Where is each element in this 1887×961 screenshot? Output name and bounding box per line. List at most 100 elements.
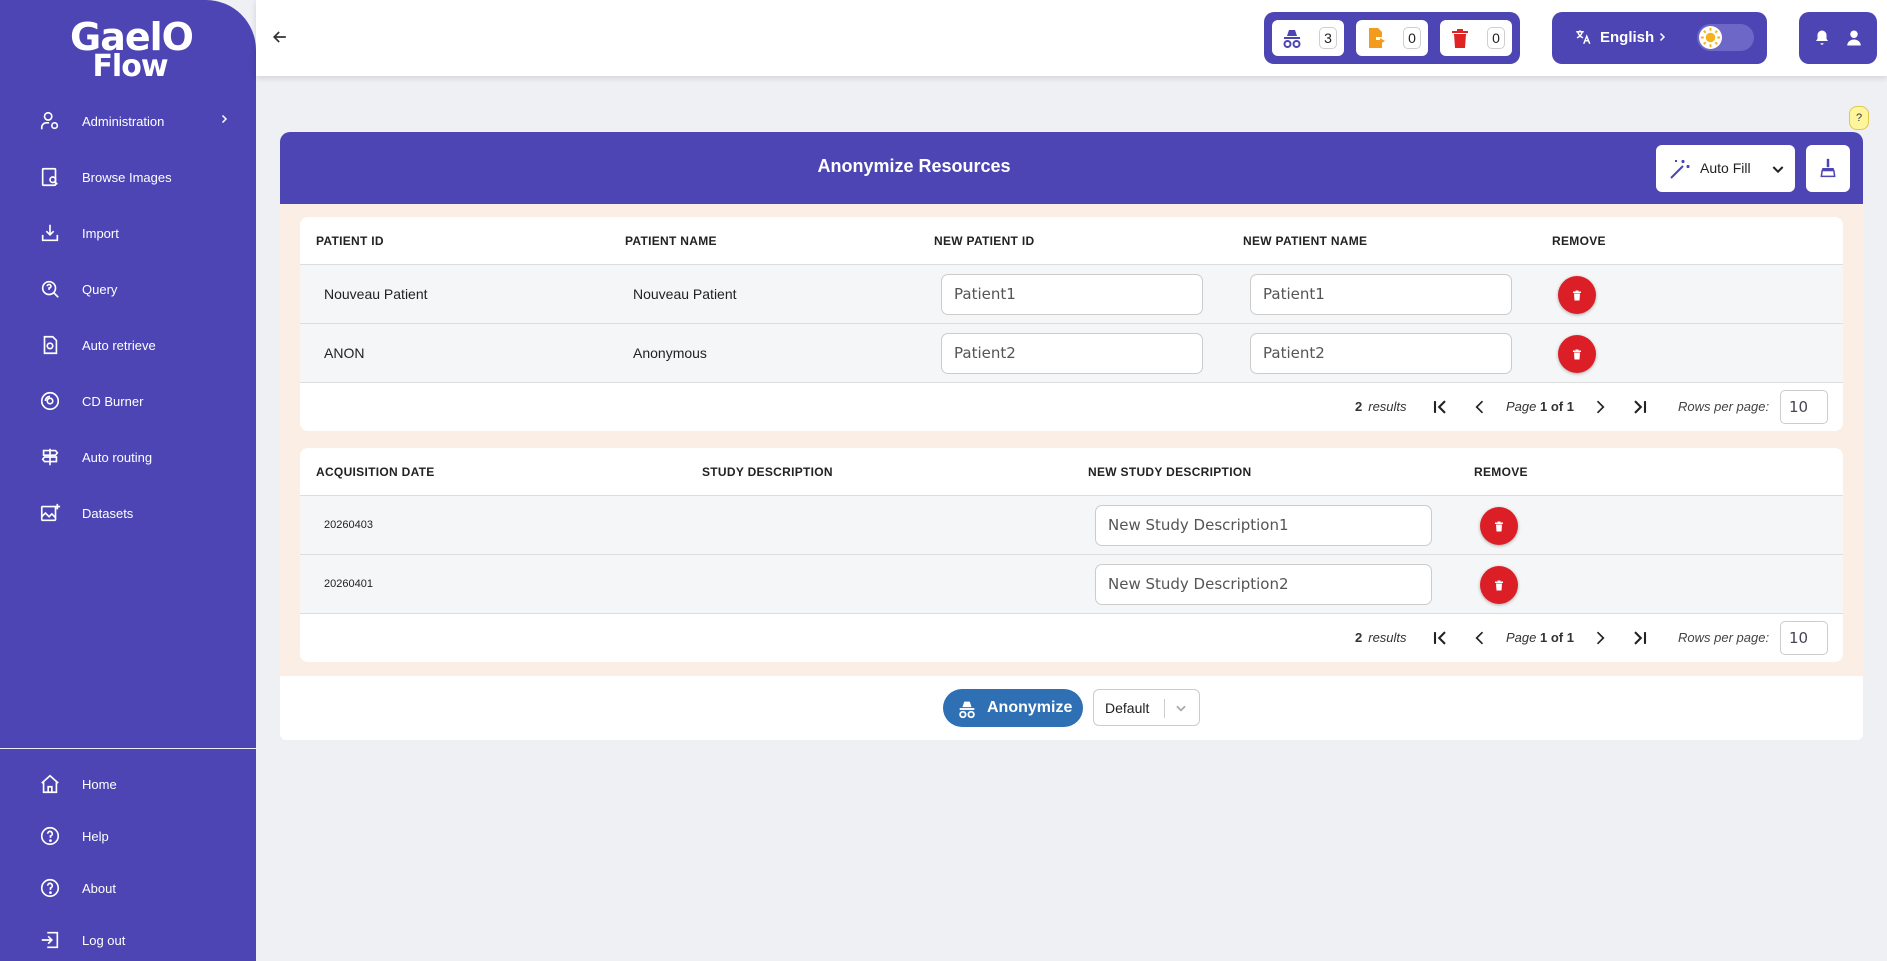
sidebar-item-help[interactable]: Help	[0, 816, 256, 856]
sidebar-item-administration[interactable]: Administration	[0, 101, 256, 141]
last-page-icon[interactable]	[1630, 397, 1650, 417]
remove-button[interactable]	[1558, 276, 1596, 314]
new-patient-name-input[interactable]: Patient1	[1250, 274, 1512, 315]
delete-counter[interactable]: 0	[1440, 20, 1512, 56]
anonymize-button[interactable]: Anonymize	[943, 689, 1083, 727]
chevron-down-icon	[1174, 701, 1188, 720]
sidebar-item-label: Auto retrieve	[82, 337, 156, 353]
first-page-icon[interactable]	[1430, 397, 1450, 417]
sidebar-item-label: Import	[82, 225, 119, 241]
trash-icon	[1495, 521, 1503, 531]
column-header[interactable]: REMOVE	[1474, 465, 1528, 479]
chevron-right-icon[interactable]	[1656, 30, 1668, 49]
patient-name-cell: Nouveau Patient	[633, 286, 737, 302]
sidebar-item-label: Administration	[82, 113, 165, 129]
spy-icon	[1280, 26, 1304, 55]
remove-button[interactable]	[1558, 335, 1596, 373]
app-logo[interactable]: GaelO Flow	[70, 18, 194, 88]
sidebar-item-about[interactable]: About	[0, 868, 256, 908]
rows-per-page-select[interactable]: 10	[1780, 390, 1828, 424]
column-header[interactable]: REMOVE	[1552, 234, 1606, 248]
column-header[interactable]: PATIENT NAME	[625, 234, 717, 248]
anonymize-card-body: PATIENT ID PATIENT NAME NEW PATIENT ID N…	[280, 204, 1863, 676]
help-badge[interactable]: ?	[1849, 106, 1869, 130]
auto-retrieve-icon	[37, 332, 63, 358]
user-icon[interactable]	[1845, 29, 1863, 52]
sidebar-item-home[interactable]: Home	[0, 764, 256, 804]
results-label: results	[1368, 399, 1407, 414]
column-header[interactable]: ACQUISITION DATE	[316, 465, 435, 479]
auto-fill-button[interactable]: Auto Fill	[1656, 145, 1795, 192]
clear-button[interactable]	[1806, 145, 1850, 192]
table-header: PATIENT ID PATIENT NAME NEW PATIENT ID N…	[300, 217, 1843, 265]
chevron-right-icon	[218, 112, 230, 130]
bell-icon[interactable]	[1813, 29, 1831, 52]
results-label: results	[1368, 630, 1407, 645]
column-header[interactable]: STUDY DESCRIPTION	[702, 465, 833, 479]
browse-images-icon	[37, 164, 63, 190]
page-indicator: Page 1 of 1	[1506, 630, 1574, 645]
rows-per-page-select[interactable]: 10	[1780, 621, 1828, 655]
new-study-description-input[interactable]: New Study Description2	[1095, 564, 1432, 605]
sidebar-item-browse-images[interactable]: Browse Images	[0, 157, 256, 197]
table-row: 20260403 New Study Description1	[300, 496, 1843, 555]
column-header[interactable]: NEW PATIENT NAME	[1243, 234, 1367, 248]
page-current: 1	[1540, 399, 1548, 414]
first-page-icon[interactable]	[1430, 628, 1450, 648]
page-total: 1	[1566, 399, 1574, 414]
results-count: 2 results	[1355, 630, 1407, 645]
patients-table: PATIENT ID PATIENT NAME NEW PATIENT ID N…	[300, 217, 1843, 431]
sidebar-item-label: CD Burner	[82, 393, 144, 409]
sidebar-item-cd-burner[interactable]: CD Burner	[0, 381, 256, 421]
language-selector[interactable]: English	[1600, 29, 1654, 46]
column-header[interactable]: NEW PATIENT ID	[934, 234, 1034, 248]
logout-icon	[37, 927, 63, 953]
previous-page-icon[interactable]	[1470, 628, 1490, 648]
column-header[interactable]: NEW STUDY DESCRIPTION	[1088, 465, 1251, 479]
export-counter[interactable]: 0	[1356, 20, 1428, 56]
new-patient-id-input[interactable]: Patient2	[941, 333, 1203, 374]
theme-knob	[1699, 26, 1722, 49]
anonymize-count: 3	[1319, 27, 1337, 49]
signpost-icon	[37, 444, 63, 470]
remove-button[interactable]	[1480, 566, 1518, 604]
new-patient-name-input[interactable]: Patient2	[1250, 333, 1512, 374]
sidebar-item-datasets[interactable]: Datasets	[0, 493, 256, 533]
theme-toggle[interactable]	[1697, 24, 1754, 51]
sidebar-item-auto-retrieve[interactable]: Auto retrieve	[0, 325, 256, 365]
export-count: 0	[1403, 27, 1421, 49]
rows-per-page-label: Rows per page:	[1678, 630, 1770, 645]
delete-count: 0	[1487, 27, 1505, 49]
last-page-icon[interactable]	[1630, 628, 1650, 648]
anonymize-card-header: Anonymize Resources Auto Fill	[280, 132, 1863, 204]
results-count: 2 results	[1355, 399, 1407, 414]
chevron-down-icon	[1770, 161, 1786, 182]
sidebar-item-query[interactable]: Query	[0, 269, 256, 309]
page-title: Anonymize Resources	[817, 156, 1011, 176]
new-study-description-input[interactable]: New Study Description1	[1095, 505, 1432, 546]
remove-button[interactable]	[1480, 507, 1518, 545]
sidebar-divider	[0, 748, 256, 749]
page-current: 1	[1540, 630, 1548, 645]
anonymize-counter[interactable]: 3	[1272, 20, 1344, 56]
sidebar-item-import[interactable]: Import	[0, 213, 256, 253]
back-arrow-icon[interactable]	[270, 27, 290, 47]
anonymization-profile-select[interactable]: Default	[1093, 689, 1200, 726]
export-icon	[1364, 26, 1388, 55]
auto-fill-label: Auto Fill	[1700, 160, 1751, 176]
next-page-icon[interactable]	[1590, 397, 1610, 417]
studies-table: ACQUISITION DATE STUDY DESCRIPTION NEW S…	[300, 448, 1843, 662]
previous-page-icon[interactable]	[1470, 397, 1490, 417]
sidebar-item-logout[interactable]: Log out	[0, 920, 256, 960]
query-icon	[37, 276, 63, 302]
column-header[interactable]: PATIENT ID	[316, 234, 384, 248]
new-patient-id-input[interactable]: Patient1	[941, 274, 1203, 315]
help-icon	[37, 823, 63, 849]
job-counters: 3 0 0	[1264, 12, 1520, 64]
sidebar-item-auto-routing[interactable]: Auto routing	[0, 437, 256, 477]
trash-icon	[1573, 349, 1581, 359]
table-row: 20260401 New Study Description2	[300, 555, 1843, 614]
anonymize-actions: Anonymize Default	[280, 676, 1863, 740]
next-page-icon[interactable]	[1590, 628, 1610, 648]
sidebar-item-label: Log out	[82, 932, 126, 948]
